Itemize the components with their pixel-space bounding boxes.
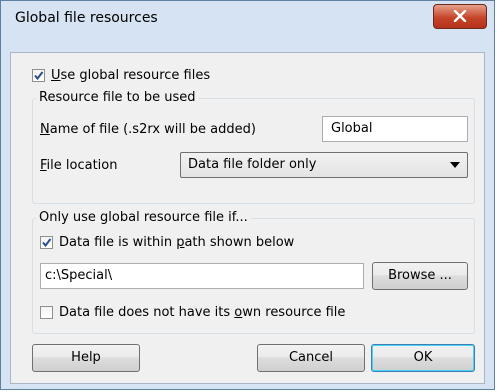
use-global-label: Use global resource files: [51, 68, 211, 83]
file-name-field[interactable]: Global: [322, 116, 468, 142]
own-resource-label: Data file does not have its own resource…: [59, 305, 346, 320]
file-location-value: Data file folder only: [188, 157, 317, 172]
resource-file-group: Resource file to be used Name of file (.…: [32, 90, 475, 204]
dialog-window: Global file resources Use global resourc…: [0, 0, 495, 390]
checkmark-icon: [42, 238, 52, 248]
within-path-checkbox-row[interactable]: Data file is within path shown below: [40, 235, 294, 250]
title-bar[interactable]: Global file resources: [1, 1, 494, 35]
use-global-checkbox[interactable]: [32, 69, 45, 82]
file-name-label: Name of file (.s2rx will be added): [40, 122, 256, 137]
browse-button[interactable]: Browse ...: [372, 262, 468, 290]
file-location-select[interactable]: Data file folder only: [180, 152, 468, 178]
help-button[interactable]: Help: [32, 344, 140, 372]
conditions-group: Only use global resource file if... Data…: [32, 210, 475, 334]
within-path-checkbox[interactable]: [40, 236, 53, 249]
dropdown-arrow-icon: [450, 162, 460, 168]
dialog-client-area: Use global resource files Resource file …: [10, 52, 485, 384]
ok-button[interactable]: OK: [371, 344, 475, 372]
own-resource-checkbox[interactable]: [40, 306, 53, 319]
resource-file-legend: Resource file to be used: [36, 90, 199, 105]
cancel-button[interactable]: Cancel: [257, 344, 365, 372]
within-path-label: Data file is within path shown below: [59, 235, 295, 250]
close-button[interactable]: [433, 4, 487, 29]
checkmark-icon: [34, 71, 44, 81]
path-field[interactable]: c:\Special\: [40, 263, 364, 289]
close-icon: [453, 10, 467, 22]
dialog-title: Global file resources: [15, 10, 158, 26]
file-location-label: File location: [40, 158, 118, 173]
own-resource-checkbox-row[interactable]: Data file does not have its own resource…: [40, 305, 345, 320]
use-global-checkbox-row[interactable]: Use global resource files: [32, 68, 210, 83]
conditions-legend: Only use global resource file if...: [36, 210, 251, 225]
